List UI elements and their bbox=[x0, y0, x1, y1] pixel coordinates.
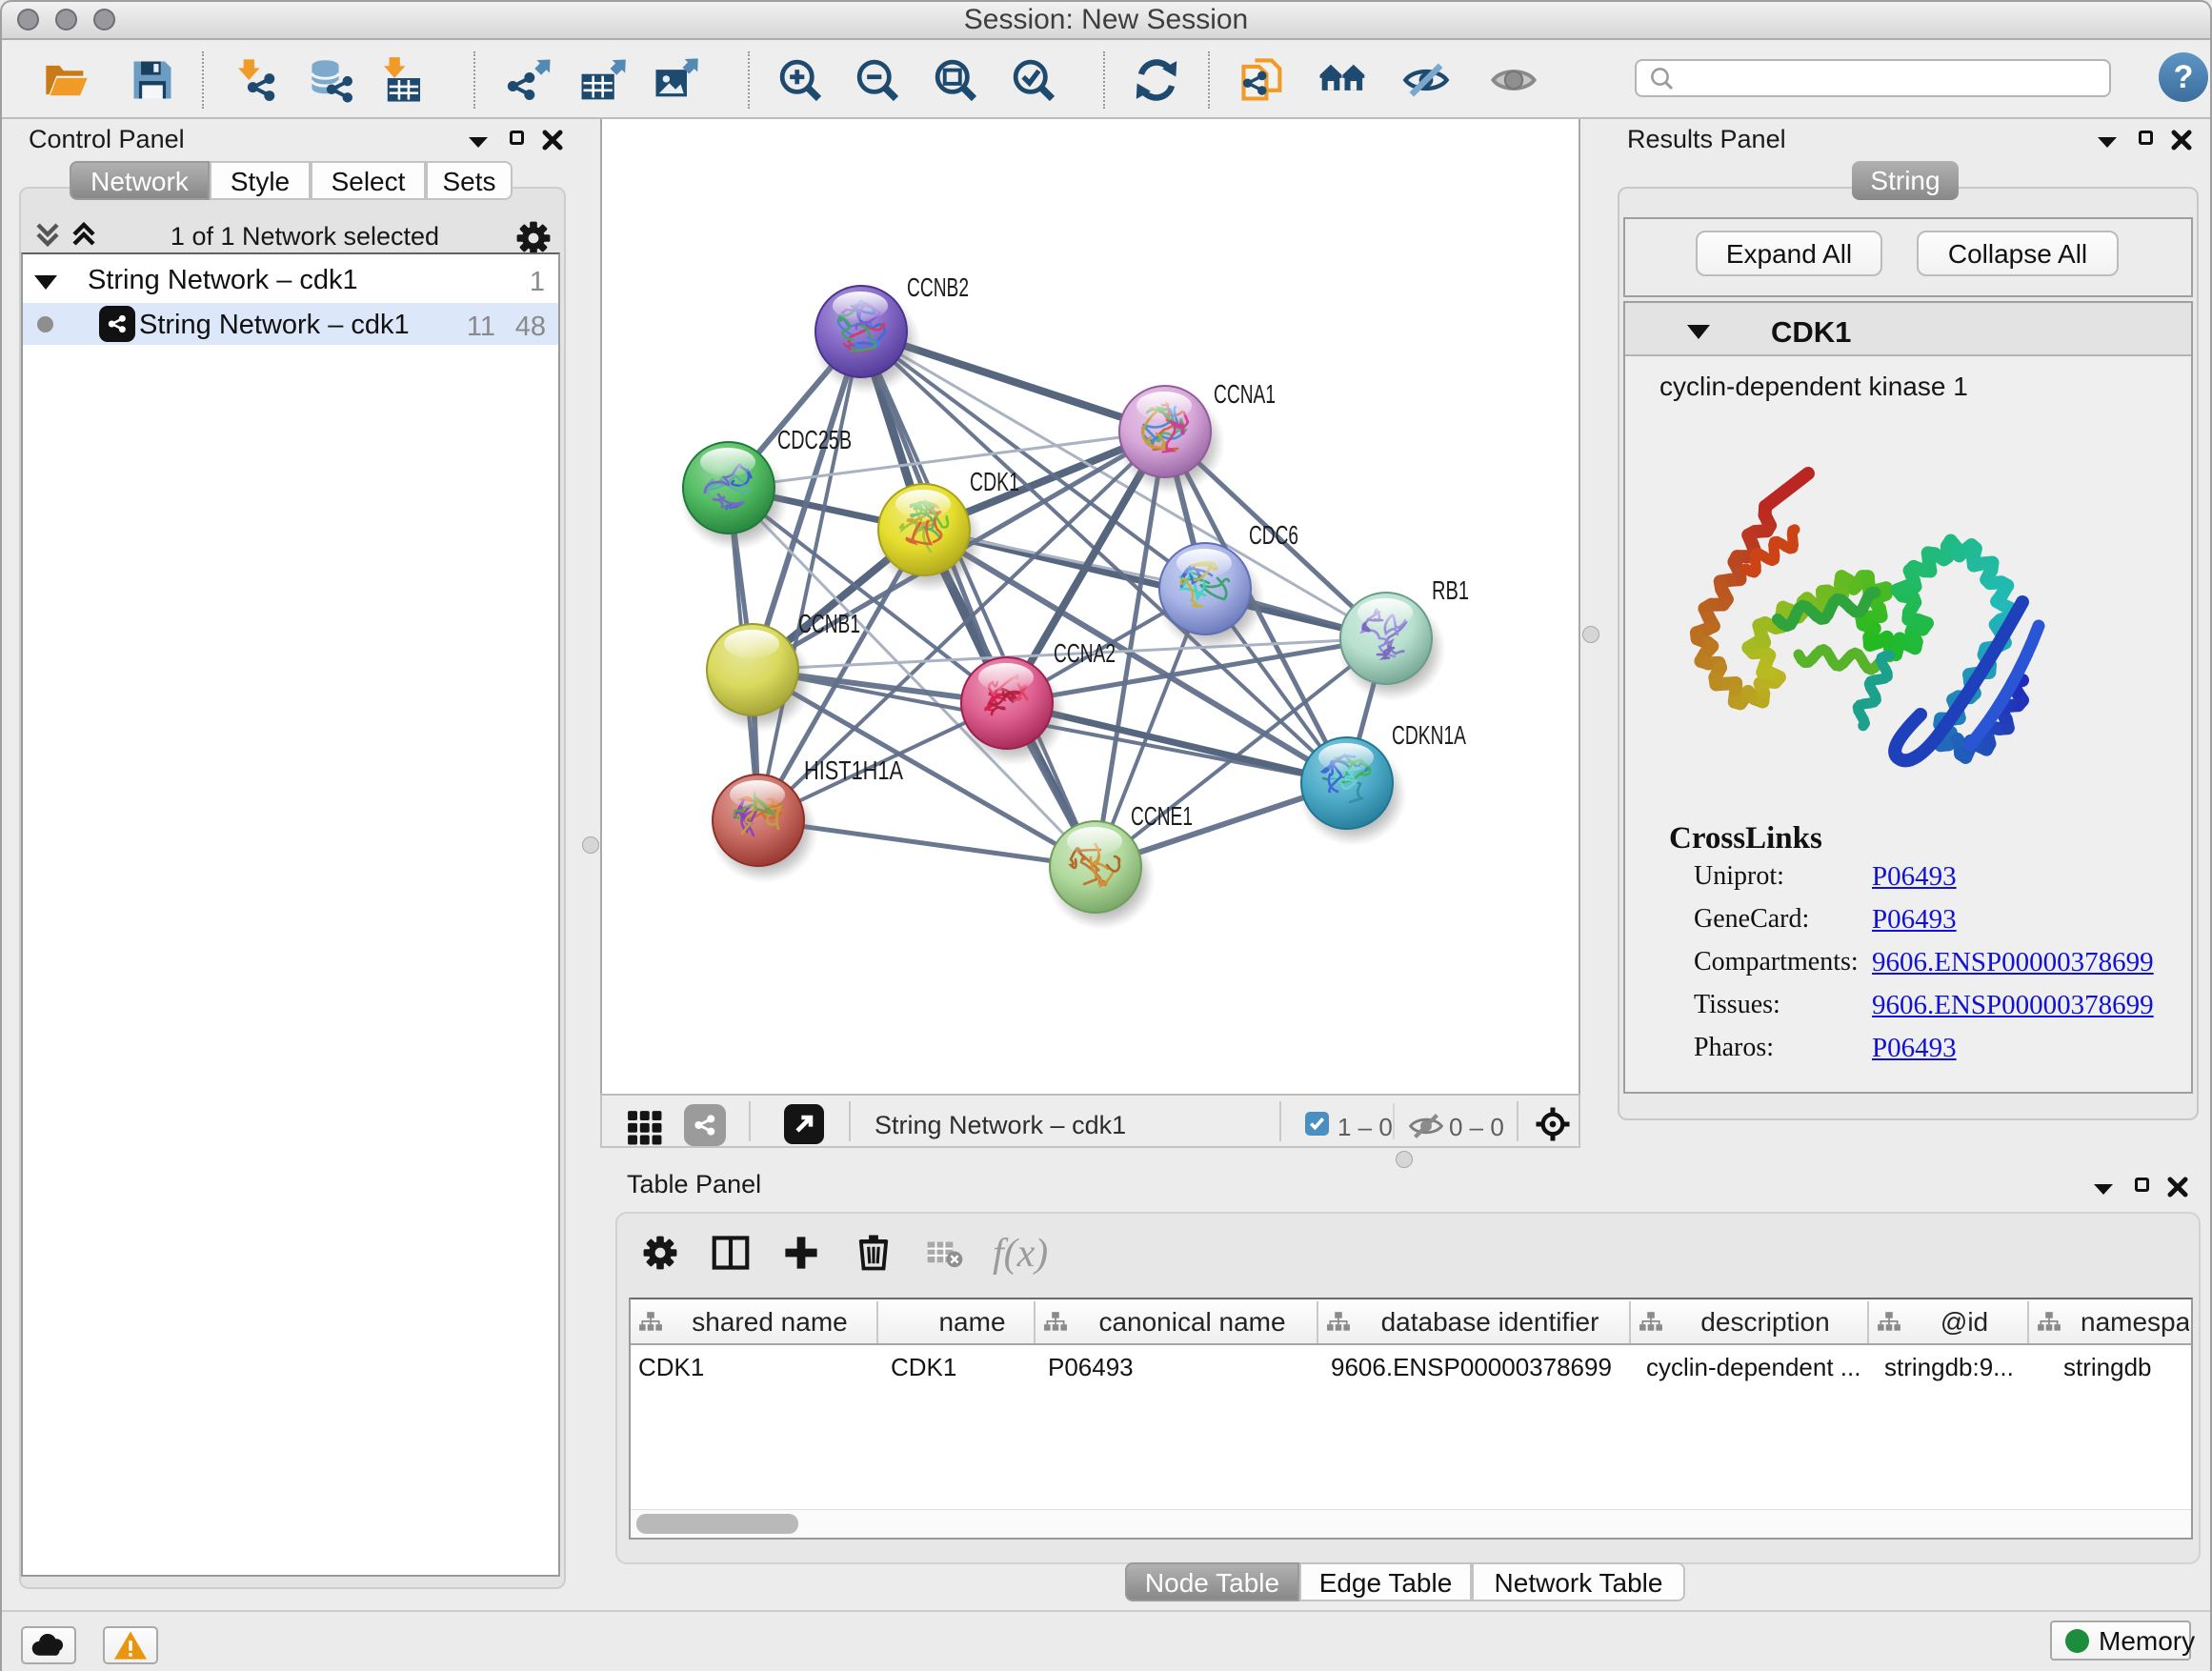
svg-text:CDKN1A: CDKN1A bbox=[1392, 720, 1466, 750]
svg-text:CCNA1: CCNA1 bbox=[1214, 379, 1276, 409]
svg-text:CDC6: CDC6 bbox=[1249, 520, 1298, 550]
svg-text:CCNA2: CCNA2 bbox=[1054, 638, 1116, 668]
svg-text:CDC25B: CDC25B bbox=[777, 425, 852, 454]
svg-text:RB1: RB1 bbox=[1432, 575, 1469, 605]
svg-text:HIST1H1A: HIST1H1A bbox=[804, 755, 903, 785]
svg-text:CDK1: CDK1 bbox=[970, 467, 1019, 496]
svg-text:CCNE1: CCNE1 bbox=[1131, 801, 1193, 831]
svg-text:CCNB2: CCNB2 bbox=[907, 272, 969, 302]
svg-text:CCNB1: CCNB1 bbox=[798, 609, 860, 638]
